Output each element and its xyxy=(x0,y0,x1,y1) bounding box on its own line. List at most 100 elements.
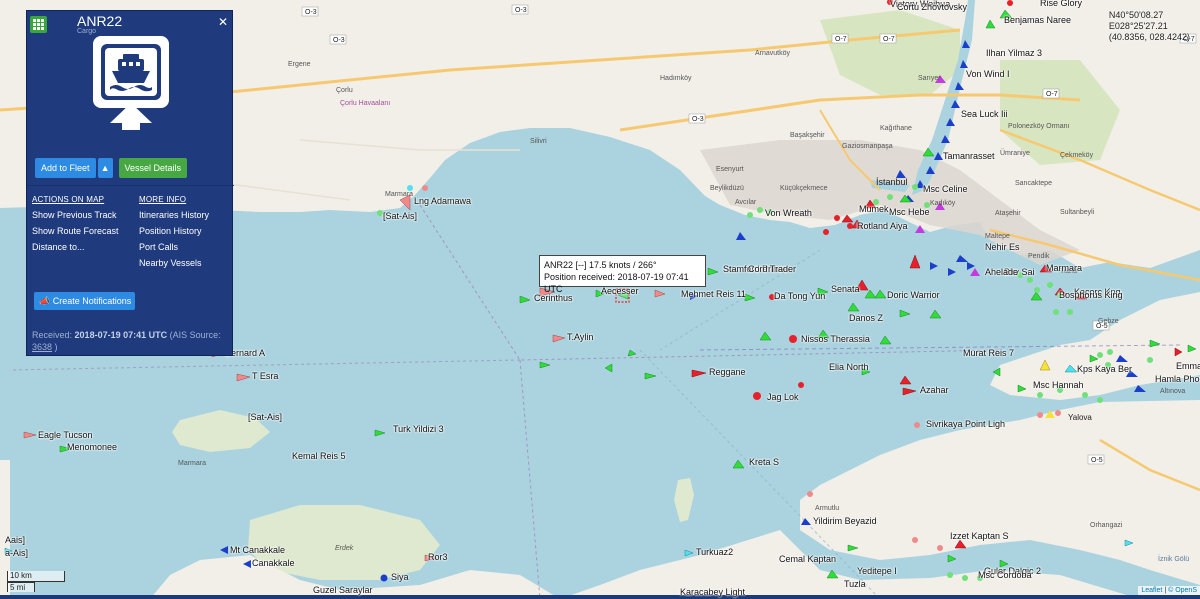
vessel-label[interactable]: Izzet Kaptan S xyxy=(950,531,1009,541)
close-icon[interactable]: ✕ xyxy=(218,15,228,29)
vessel-label[interactable]: Senata xyxy=(831,284,860,294)
leaflet-link[interactable]: Leaflet xyxy=(1141,587,1162,594)
vessel-label[interactable]: Marmara xyxy=(1046,263,1082,273)
vessel-label[interactable]: Benjamas Naree xyxy=(1004,15,1071,25)
vessel-label[interactable]: Cemal Kaptan xyxy=(779,554,836,564)
latitude: N40°50'08.27 xyxy=(1108,10,1164,20)
vessel-label[interactable]: Sivrikaya Point Ligh xyxy=(926,419,1005,429)
svg-text:Ergene: Ergene xyxy=(288,61,311,68)
svg-text:Beylikdüzü: Beylikdüzü xyxy=(710,185,744,192)
vessel-label[interactable]: Menomonee xyxy=(67,442,117,452)
vessel-label[interactable]: Karacabey Light xyxy=(680,587,745,597)
vessel-label[interactable]: Murat Reis 7 xyxy=(963,348,1014,358)
vessel-label[interactable]: Ilhan Yilmaz 3 xyxy=(986,48,1042,58)
vessel-label[interactable]: Msc Hannah xyxy=(1033,380,1084,390)
position-history-link[interactable]: Position History xyxy=(139,226,202,236)
vessel-label[interactable]: Mumek xyxy=(859,204,889,214)
ais-source-link[interactable]: 3638 xyxy=(32,342,52,352)
port-calls-link[interactable]: Port Calls xyxy=(139,242,178,252)
create-notifications-button[interactable]: 📣 Create Notifications xyxy=(34,292,135,310)
vessel-label[interactable]: a-Ais] xyxy=(5,548,28,558)
vessel-label[interactable]: T.Aylin xyxy=(567,332,593,342)
vessel-label[interactable]: Bosphorus King xyxy=(1059,290,1123,300)
vessel-label[interactable]: Mt Canakkale xyxy=(230,545,285,555)
vessel-label[interactable]: [Sat-Ais] xyxy=(248,412,282,422)
vessel-label[interactable]: Ror3 xyxy=(428,552,448,562)
vessel-label[interactable]: Siya xyxy=(391,572,409,582)
svg-text:Çorlu Havaalanı: Çorlu Havaalanı xyxy=(340,100,390,107)
vessel-label[interactable]: Msc Celine xyxy=(923,184,968,194)
vessel-label[interactable]: Canakkale xyxy=(252,558,295,568)
vessel-label[interactable]: Guzel Saraylar xyxy=(313,585,373,595)
svg-text:Polonezköy Ormanı: Polonezköy Ormanı xyxy=(1008,123,1070,130)
vessel-label[interactable]: Yildirim Beyazid xyxy=(813,516,877,526)
svg-text:İznik Gölü: İznik Gölü xyxy=(1158,554,1189,563)
vessel-label[interactable]: Nissos Therassia xyxy=(801,334,870,344)
vessel-label[interactable]: Von Wreath xyxy=(765,208,812,218)
vessel-label[interactable]: Lng Adamawa xyxy=(414,196,471,206)
vessel-label[interactable]: Da Tong Yun xyxy=(774,291,825,301)
scale-mi: 5 mi xyxy=(7,582,35,592)
vessel-label[interactable]: Reggane xyxy=(709,367,746,377)
svg-text:Hadımköy: Hadımköy xyxy=(660,75,692,82)
vessel-label[interactable]: Von Wind I xyxy=(966,69,1010,79)
vessel-label[interactable]: [Sat-Ais] xyxy=(383,211,417,221)
vessel-label[interactable]: Emmak xyxy=(1176,361,1200,371)
more-info-heading: MORE INFO xyxy=(139,195,187,204)
vessel-label[interactable]: Tuzla xyxy=(844,579,866,589)
svg-text:O-5: O-5 xyxy=(1091,457,1103,464)
vessel-label[interactable]: Eagle Tucson xyxy=(38,430,93,440)
show-previous-track-link[interactable]: Show Previous Track xyxy=(32,210,117,220)
nearby-vessels-link[interactable]: Nearby Vessels xyxy=(139,258,202,268)
vessel-label[interactable]: Nehir Es xyxy=(985,242,1020,252)
vessel-label[interactable]: Turkuaz2 xyxy=(696,547,733,557)
svg-text:Arnavutköy: Arnavutköy xyxy=(755,50,791,57)
vessel-label[interactable]: Aais] xyxy=(5,535,25,545)
vessel-type: Cargo xyxy=(77,28,97,35)
vessel-label[interactable]: Kemal Reis 5 xyxy=(292,451,346,461)
vessel-details-button[interactable]: Vessel Details xyxy=(118,158,188,178)
vessel-label[interactable]: Tamanrasset xyxy=(943,151,995,161)
vessel-label[interactable]: Rotland Aiya xyxy=(857,221,908,231)
vessel-label[interactable]: Hamla Phoe xyxy=(1155,374,1200,384)
svg-text:O-3: O-3 xyxy=(515,7,527,14)
vessel-label[interactable]: Msc Hebe xyxy=(889,207,930,217)
megaphone-icon: 📣 xyxy=(39,296,51,306)
apps-grid-icon[interactable] xyxy=(30,16,47,33)
add-to-fleet-dropdown[interactable]: ▲ xyxy=(97,158,113,178)
received-info: Received: 2018-07-19 07:41 UTC (AIS Sour… xyxy=(32,329,232,353)
svg-text:O-7: O-7 xyxy=(835,36,847,43)
svg-text:O-3: O-3 xyxy=(333,37,345,44)
vessel-label[interactable]: Azahar xyxy=(920,385,949,395)
vessel-label[interactable]: Sea Luck Iii xyxy=(961,109,1008,119)
tooltip-line-1: ANR22 [--] 17.5 knots / 266° xyxy=(544,260,657,270)
osm-link[interactable]: © OpenS xyxy=(1168,587,1197,594)
panel-buttons: Add to Fleet ▲ Vessel Details xyxy=(35,158,188,178)
vessel-label[interactable]: Jag Lok xyxy=(767,392,799,402)
svg-text:O-3: O-3 xyxy=(305,9,317,16)
vessel-label[interactable]: T Esra xyxy=(252,371,278,381)
vessel-label[interactable]: Kps Kaya Ber xyxy=(1077,364,1132,374)
vessel-label[interactable]: Cortu Zhovtovsky xyxy=(897,2,967,12)
svg-text:Ümraniye: Ümraniye xyxy=(1000,149,1030,157)
vessel-label[interactable]: Kreta S xyxy=(749,457,779,467)
svg-text:O-7: O-7 xyxy=(1046,91,1058,98)
vessel-label[interactable]: Danos Z xyxy=(849,313,883,323)
vessel-label[interactable]: Yeditepe I xyxy=(857,566,897,576)
vessel-label[interactable]: Msc Cordoba xyxy=(978,570,1032,580)
vessel-label[interactable]: Doric Warrior xyxy=(887,290,940,300)
vessel-label[interactable]: Elia North xyxy=(829,362,869,372)
vessel-label[interactable]: Rise Glory xyxy=(1040,0,1082,8)
vessel-label[interactable]: Ahelade xyxy=(985,267,1018,277)
vessel-tooltip: ANR22 [--] 17.5 knots / 266° Position re… xyxy=(539,255,706,294)
coordinates-readout: N40°50'08.27 E028°25'27.21 (40.8356, 028… xyxy=(1109,10,1190,43)
map-scale: 10 km 5 mi xyxy=(7,571,65,592)
divider xyxy=(27,185,234,186)
add-to-fleet-button[interactable]: Add to Fleet xyxy=(35,158,96,178)
vessel-label[interactable]: Turk Yildizi 3 xyxy=(393,424,444,434)
vessel-label[interactable]: Cord Trader xyxy=(748,264,796,274)
itineraries-history-link[interactable]: Itineraries History xyxy=(139,210,209,220)
show-route-forecast-link[interactable]: Show Route Forecast xyxy=(32,226,119,236)
svg-text:Çekmeköy: Çekmeköy xyxy=(1060,152,1094,159)
distance-to-link[interactable]: Distance to... xyxy=(32,242,85,252)
